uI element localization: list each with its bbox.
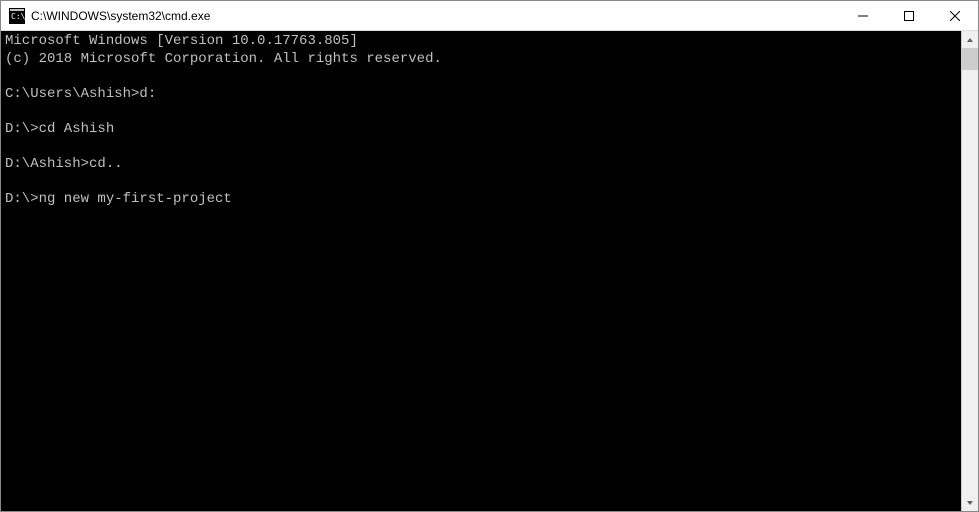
svg-text:C:\: C:\ — [11, 12, 25, 21]
vertical-scrollbar[interactable] — [961, 31, 978, 511]
maximize-button[interactable] — [886, 1, 932, 30]
scroll-up-arrow-icon[interactable] — [962, 31, 978, 48]
scroll-thumb[interactable] — [962, 48, 978, 70]
scroll-down-arrow-icon[interactable] — [962, 494, 978, 511]
terminal-output[interactable]: Microsoft Windows [Version 10.0.17763.80… — [1, 31, 961, 511]
window-title: C:\WINDOWS\system32\cmd.exe — [31, 9, 840, 23]
window-controls — [840, 1, 978, 30]
close-button[interactable] — [932, 1, 978, 30]
cmd-icon: C:\ — [9, 8, 25, 24]
content-area: Microsoft Windows [Version 10.0.17763.80… — [1, 31, 978, 511]
minimize-button[interactable] — [840, 1, 886, 30]
cmd-window: C:\ C:\WINDOWS\system32\cmd.exe Microsof… — [0, 0, 979, 512]
titlebar[interactable]: C:\ C:\WINDOWS\system32\cmd.exe — [1, 1, 978, 31]
scroll-track[interactable] — [962, 48, 978, 494]
